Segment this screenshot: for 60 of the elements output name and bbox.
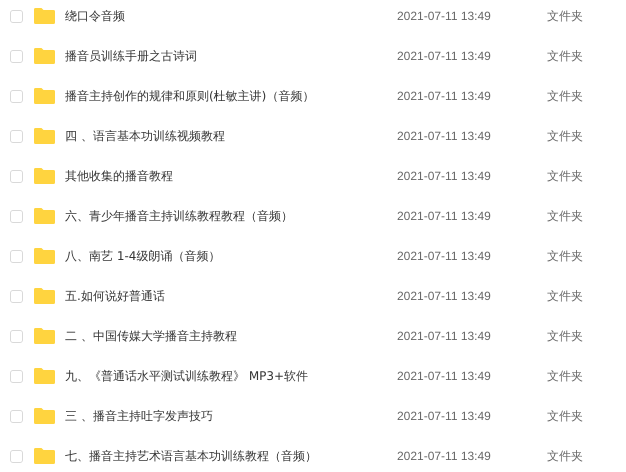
checkbox[interactable] xyxy=(10,290,23,302)
file-type: 文件夹 xyxy=(547,88,583,105)
checkbox[interactable] xyxy=(10,170,23,182)
modified-time: 2021-07-11 13:49 xyxy=(397,208,492,225)
modified-time: 2021-07-11 13:49 xyxy=(397,8,492,25)
folder-icon xyxy=(34,48,55,64)
file-type: 文件夹 xyxy=(547,208,583,225)
folder-icon xyxy=(34,328,55,344)
checkbox[interactable] xyxy=(10,330,23,342)
modified-time: 2021-07-11 13:49 xyxy=(397,88,492,105)
folder-name[interactable]: 七、播音主持艺术语言基本功训练教程（音频） xyxy=(65,447,385,465)
file-type: 文件夹 xyxy=(547,368,583,385)
file-type: 文件夹 xyxy=(547,288,583,305)
file-type: 文件夹 xyxy=(547,248,583,265)
modified-time: 2021-07-11 13:49 xyxy=(397,48,492,65)
folder-icon xyxy=(34,248,55,264)
checkbox[interactable] xyxy=(10,450,23,462)
folder-name[interactable]: 播音员训练手册之古诗词 xyxy=(65,47,385,65)
checkbox[interactable] xyxy=(10,130,23,142)
checkbox[interactable] xyxy=(10,410,23,422)
folder-name[interactable]: 其他收集的播音教程 xyxy=(65,167,385,185)
checkbox[interactable] xyxy=(10,90,23,102)
file-type: 文件夹 xyxy=(547,408,583,425)
folder-icon xyxy=(34,368,55,384)
modified-time: 2021-07-11 13:49 xyxy=(397,328,492,345)
folder-icon xyxy=(34,288,55,304)
folder-name[interactable]: 九、《普通话水平测试训练教程》 MP3+软件 xyxy=(65,367,385,385)
checkbox[interactable] xyxy=(10,370,23,382)
checkbox[interactable] xyxy=(10,250,23,262)
folder-icon xyxy=(34,8,55,24)
folder-icon xyxy=(34,128,55,144)
file-type: 文件夹 xyxy=(547,328,583,345)
folder-name[interactable]: 五.如何说好普通话 xyxy=(65,287,385,305)
checkbox[interactable] xyxy=(10,210,23,222)
file-type: 文件夹 xyxy=(547,128,583,145)
file-type: 文件夹 xyxy=(547,168,583,185)
checkbox[interactable] xyxy=(10,50,23,62)
modified-time: 2021-07-11 13:49 xyxy=(397,248,492,265)
modified-time: 2021-07-11 13:49 xyxy=(397,128,492,145)
file-type: 文件夹 xyxy=(547,48,583,65)
modified-time: 2021-07-11 13:49 xyxy=(397,168,492,185)
folder-icon xyxy=(34,88,55,104)
folder-icon xyxy=(34,168,55,184)
folder-name[interactable]: 六、青少年播音主持训练教程教程（音频） xyxy=(65,207,385,225)
folder-icon xyxy=(34,408,55,424)
modified-time: 2021-07-11 13:49 xyxy=(397,448,492,465)
folder-name[interactable]: 四 、语言基本功训练视频教程 xyxy=(65,127,385,145)
modified-time: 2021-07-11 13:49 xyxy=(397,408,492,425)
folder-name[interactable]: 二 、中国传媒大学播音主持教程 xyxy=(65,327,385,345)
folder-name[interactable]: 播音主持创作的规律和原则(杜敏主讲)（音频） xyxy=(65,87,385,105)
folder-name[interactable]: 三 、播音主持吐字发声技巧 xyxy=(65,407,385,425)
modified-time: 2021-07-11 13:49 xyxy=(397,368,492,385)
checkbox[interactable] xyxy=(10,10,23,22)
folder-name[interactable]: 八、南艺 1-4级朗诵（音频） xyxy=(65,247,385,265)
file-type: 文件夹 xyxy=(547,8,583,25)
folder-icon xyxy=(34,208,55,224)
modified-time: 2021-07-11 13:49 xyxy=(397,288,492,305)
folder-name[interactable]: 绕口令音频 xyxy=(65,7,385,25)
file-type: 文件夹 xyxy=(547,448,583,465)
folder-icon xyxy=(34,448,55,464)
